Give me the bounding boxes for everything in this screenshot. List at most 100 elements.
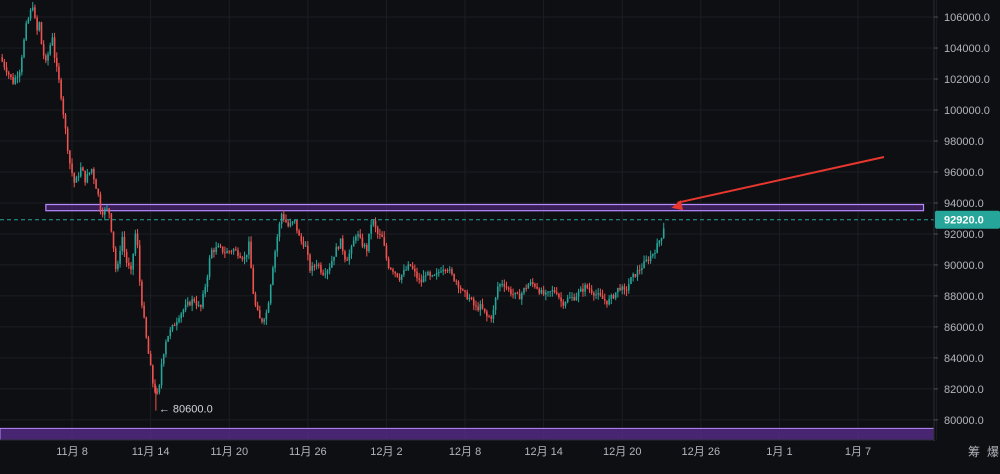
candle-body (45, 55, 47, 61)
candle-body (152, 365, 154, 384)
time-tick-label: 11月 26 (289, 446, 327, 458)
candle-body (400, 274, 403, 280)
candle-body (372, 220, 375, 225)
candle-body (193, 299, 196, 302)
candle-body (143, 305, 145, 318)
candle-body (525, 288, 527, 290)
candle-body (210, 249, 213, 259)
candle-body (540, 290, 543, 294)
candle-body (344, 251, 346, 260)
time-tick-label: 1月 1 (766, 446, 792, 458)
candle-body (352, 240, 355, 247)
candle-body (595, 294, 597, 296)
candle-body (333, 256, 335, 261)
candle-body (160, 363, 163, 386)
candle-body (435, 272, 438, 275)
candle-body (503, 284, 506, 287)
candle-body (346, 259, 348, 261)
candle-body (219, 245, 222, 247)
candle-body (182, 309, 185, 314)
candle-body (551, 290, 554, 292)
candle-body (38, 22, 41, 31)
candle-body (156, 391, 158, 393)
bottom-zone (0, 427, 935, 441)
candle-body (636, 269, 639, 277)
candle-body (248, 241, 250, 255)
candle-body (641, 268, 643, 271)
candle-body (643, 261, 645, 269)
candle-body (307, 245, 309, 255)
candle-body (128, 262, 130, 266)
candle-body (300, 235, 303, 242)
candle-body (538, 288, 541, 294)
candle-body (601, 295, 604, 299)
chart-container[interactable]: ← 80600.0 80000.0 82000.0 84000.0 86000.0 88… (0, 0, 1000, 469)
candle-body (335, 247, 338, 257)
candle-body (276, 237, 279, 252)
candle-body (455, 280, 458, 282)
candle-body (374, 220, 377, 228)
candle-body (634, 273, 637, 277)
price-tick-label: 92000.0 (944, 229, 984, 241)
candlestick-chart[interactable]: ← 80600.0 80000.0 82000.0 84000.0 86000.0 88… (0, 0, 1000, 469)
candle-body (267, 303, 270, 313)
price-tick-label: 90000.0 (944, 260, 984, 272)
candle-body (110, 213, 113, 232)
candle-body (49, 45, 52, 55)
candle-body (457, 281, 460, 288)
candle-body (125, 251, 128, 263)
candle-body (453, 274, 455, 281)
candle-body (204, 287, 207, 294)
candle-body (200, 305, 202, 308)
candle-body (451, 269, 453, 275)
candle-body (171, 325, 174, 330)
candle-body (505, 286, 508, 288)
candle-body (324, 273, 327, 275)
candle-body (206, 276, 209, 288)
candle-body (348, 253, 351, 261)
candle-body (283, 214, 285, 220)
candle-body (237, 250, 239, 257)
price-tick-label: 100000.0 (944, 105, 990, 117)
candle-body (40, 22, 43, 45)
candle-body (189, 301, 191, 306)
candle-body (18, 72, 21, 77)
candle-body (178, 318, 180, 322)
candle-body (274, 251, 276, 268)
candle-body (147, 337, 150, 354)
candle-body (571, 297, 573, 299)
candle-body (16, 76, 19, 78)
candle-body (132, 253, 134, 270)
candle-body (496, 286, 499, 298)
candle-body (331, 260, 333, 268)
candle-body (138, 245, 141, 282)
candle-body (586, 284, 589, 288)
candle-body (21, 57, 23, 73)
candle-body (71, 163, 73, 174)
candle-body (27, 18, 30, 24)
candle-body (407, 264, 410, 270)
candle-body (662, 228, 665, 239)
candle-body (472, 299, 475, 306)
candle-body (261, 318, 263, 322)
candle-body (320, 264, 322, 273)
price-tick-label: 94000.0 (944, 198, 984, 210)
candle-body (603, 298, 606, 301)
candle-body (75, 177, 78, 183)
candle-body (398, 276, 401, 280)
candle-body (483, 308, 486, 312)
candle-body (291, 221, 294, 223)
candle-body (660, 238, 663, 241)
candle-body (527, 284, 530, 289)
time-tick-label: 11月 14 (132, 446, 170, 458)
candle-body (376, 227, 379, 234)
candle-body (149, 353, 152, 366)
candle-body (479, 304, 482, 311)
candle-body (368, 233, 370, 252)
candle-body (462, 289, 464, 291)
candle-body (55, 57, 58, 67)
candle-body (278, 223, 281, 238)
candle-body (287, 222, 289, 227)
resistance-zone (45, 203, 925, 212)
candle-body (442, 269, 445, 272)
